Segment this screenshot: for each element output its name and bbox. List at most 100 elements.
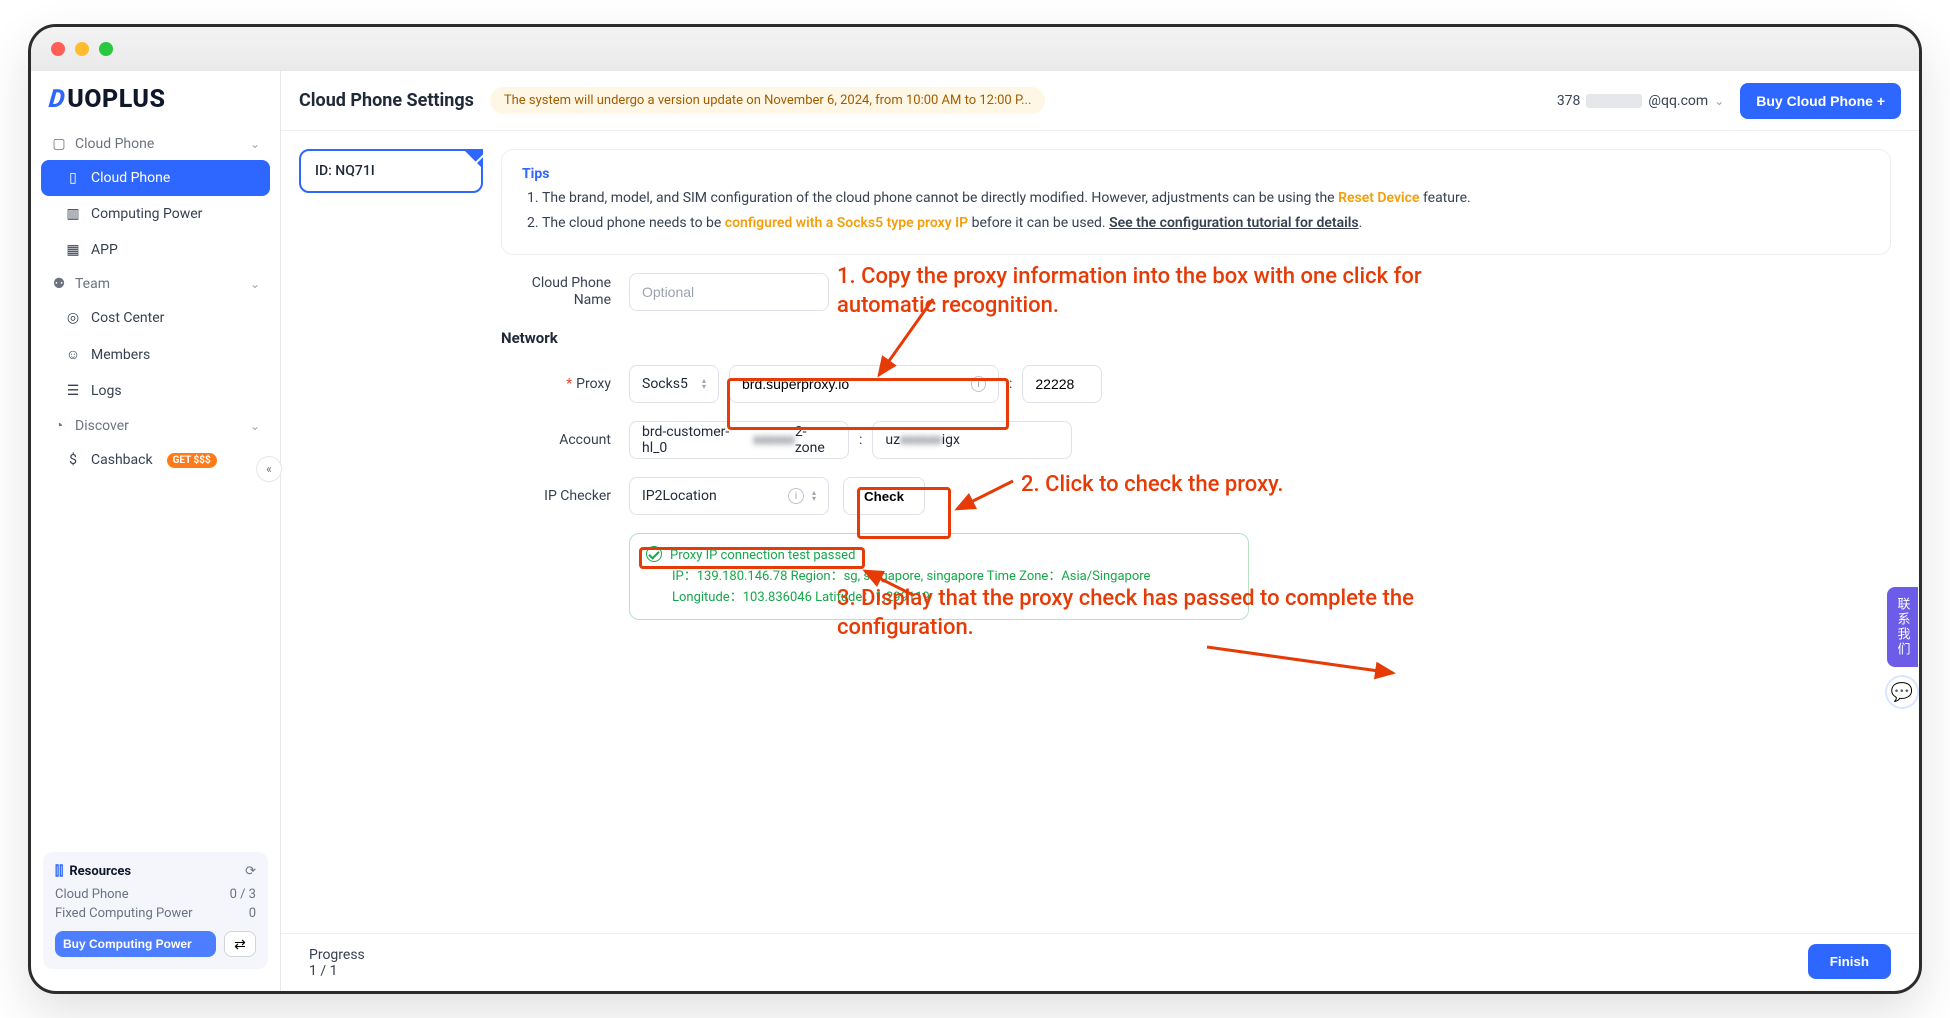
proxy-type-select[interactable]: Socks5 ▴▾ bbox=[629, 365, 719, 403]
tips-title: Tips bbox=[522, 166, 1870, 182]
tutorial-link[interactable]: See the configuration tutorial for detai… bbox=[1109, 215, 1359, 231]
sidebar-item-cloud-phone[interactable]: ▯ Cloud Phone bbox=[41, 160, 270, 196]
sidebar-item-cost-center[interactable]: ◎ Cost Center bbox=[41, 300, 270, 336]
reset-device-link[interactable]: Reset Device bbox=[1338, 190, 1419, 206]
chat-bubble-icon[interactable]: 💬 bbox=[1885, 675, 1919, 709]
ip-checker-select[interactable]: IP2Location i ▴▾ bbox=[629, 477, 829, 515]
sidebar-item-computing-power[interactable]: ▥ Computing Power bbox=[41, 196, 270, 232]
user-icon: ☺ bbox=[65, 346, 81, 363]
close-window-icon[interactable] bbox=[51, 42, 65, 56]
sidebar-item-members[interactable]: ☺ Members bbox=[41, 336, 270, 373]
proxy-label: *Proxy bbox=[501, 376, 611, 392]
zoom-window-icon[interactable] bbox=[99, 42, 113, 56]
finish-button[interactable]: Finish bbox=[1808, 944, 1891, 979]
settings-form: Tips The brand, model, and SIM configura… bbox=[501, 131, 1919, 933]
users-icon: ⚉ bbox=[51, 276, 67, 292]
ip-checker-value: IP2Location bbox=[642, 488, 717, 504]
tips-line-2: The cloud phone needs to be configured w… bbox=[542, 213, 1870, 234]
user-email-suffix: @qq.com bbox=[1648, 93, 1708, 109]
tips-line-1: The brand, model, and SIM configuration … bbox=[542, 188, 1870, 209]
window-chrome bbox=[31, 27, 1919, 71]
sidebar-item-label: Cashback bbox=[91, 452, 153, 468]
user-email-mask bbox=[1586, 94, 1642, 108]
sidebar-group-team[interactable]: ⚉ Team ⌄ bbox=[41, 268, 270, 300]
sidebar-item-label: Members bbox=[91, 347, 150, 363]
app-logo: D UOPLUS bbox=[31, 85, 280, 124]
buy-cloud-phone-button[interactable]: Buy Cloud Phone + bbox=[1740, 83, 1901, 119]
sidebar-group-cloud-phone[interactable]: ▢Cloud Phone ⌄ bbox=[41, 128, 270, 160]
logo-rest: UOPLUS bbox=[67, 85, 165, 114]
result-title: Proxy IP connection test passed bbox=[670, 548, 855, 563]
devices-panel: ID: NQ71I bbox=[281, 131, 501, 933]
cloud-phone-name-input[interactable] bbox=[629, 273, 829, 311]
network-section-title: Network bbox=[501, 329, 1891, 347]
page-header: Cloud Phone Settings The system will und… bbox=[281, 71, 1919, 131]
up-down-icon: ▴▾ bbox=[702, 378, 706, 390]
check-proxy-button[interactable]: Check bbox=[843, 477, 925, 515]
device-id-card[interactable]: ID: NQ71I bbox=[299, 149, 483, 193]
sidebar-item-label: Cost Center bbox=[91, 310, 164, 326]
up-down-icon: ▴▾ bbox=[812, 490, 816, 502]
sidebar-group-label: Team bbox=[75, 276, 110, 292]
sidebar-item-logs[interactable]: ☰ Logs bbox=[41, 373, 270, 409]
sidebar-group-label: Discover bbox=[75, 418, 129, 434]
document-icon: ☰ bbox=[65, 383, 81, 399]
coin-icon: ◎ bbox=[65, 310, 81, 326]
info-icon[interactable]: i bbox=[788, 488, 804, 504]
chevron-down-icon: ⌄ bbox=[250, 277, 260, 291]
resources-row-value: 0 / 3 bbox=[230, 887, 256, 902]
account-pass-input[interactable]: uzxxxxxxigx bbox=[872, 421, 1072, 459]
ip-checker-label: IP Checker bbox=[501, 488, 611, 504]
account-user-input[interactable]: brd-customer-hl_0xxxxxx2-zone bbox=[629, 421, 849, 459]
phone-icon: ▯ bbox=[65, 170, 81, 186]
repeat-icon-button[interactable]: ⇄ bbox=[224, 931, 256, 957]
grid-icon: ▦ bbox=[65, 242, 81, 258]
refresh-icon[interactable]: ⟳ bbox=[245, 864, 256, 879]
progress-value: 1 / 1 bbox=[309, 963, 365, 979]
sidebar-group-label: Cloud Phone bbox=[75, 136, 154, 152]
sidebar-collapse-button[interactable]: « bbox=[256, 456, 282, 482]
sidebar-item-label: Logs bbox=[91, 383, 122, 399]
proxy-port-input[interactable] bbox=[1022, 365, 1102, 403]
account-user-mask: xxxxxx bbox=[753, 432, 795, 448]
chevron-down-icon: ⌄ bbox=[1714, 94, 1724, 108]
compass-icon: ◔ bbox=[51, 417, 67, 434]
chevron-down-icon: ⌄ bbox=[250, 419, 260, 433]
device-id-prefix: ID: bbox=[315, 163, 335, 179]
proxy-result-box: Proxy IP connection test passed IP：139.1… bbox=[629, 533, 1249, 620]
proxy-host-input[interactable] bbox=[742, 376, 963, 392]
result-detail-1: IP：139.180.146.78 Region：sg, singapore, … bbox=[672, 565, 1232, 584]
cloud-phone-name-label: Cloud Phone Name bbox=[501, 275, 611, 309]
account-label: Account bbox=[501, 432, 611, 448]
buy-computing-power-button[interactable]: Buy Computing Power bbox=[55, 931, 216, 957]
colon: : bbox=[1009, 376, 1012, 392]
chevron-down-icon: ⌄ bbox=[250, 137, 260, 151]
tips-card: Tips The brand, model, and SIM configura… bbox=[501, 149, 1891, 255]
resources-row-label: Cloud Phone bbox=[55, 887, 129, 902]
user-email-prefix: 378 bbox=[1557, 93, 1581, 109]
minimize-window-icon[interactable] bbox=[75, 42, 89, 56]
page-title: Cloud Phone Settings bbox=[299, 90, 474, 111]
proxy-requirement-text: configured with a Socks5 type proxy IP bbox=[725, 215, 968, 231]
info-icon[interactable]: i bbox=[971, 376, 986, 392]
resources-row-label: Fixed Computing Power bbox=[55, 906, 193, 921]
sidebar-item-cashback[interactable]: $ Cashback GET $$$ bbox=[41, 442, 270, 478]
system-banner: The system will undergo a version update… bbox=[490, 87, 1046, 114]
resources-title: Resources bbox=[69, 864, 131, 879]
resources-card: ⫿⫿ Resources ⟳ Cloud Phone 0 / 3 Fixed Co… bbox=[43, 852, 268, 969]
contact-us-pill[interactable]: 联系我们 bbox=[1887, 587, 1918, 667]
sidebar-item-label: Cloud Phone bbox=[91, 170, 170, 186]
colon: : bbox=[859, 432, 862, 448]
cashback-badge: GET $$$ bbox=[167, 453, 217, 468]
progress-label: Progress bbox=[309, 947, 365, 963]
bars-icon: ⫿⫿ bbox=[55, 864, 63, 879]
proxy-type-value: Socks5 bbox=[642, 376, 688, 392]
footer-bar: Progress 1 / 1 Finish bbox=[281, 933, 1919, 991]
result-detail-2: Longitude：103.836046 Latitude：1.299119 bbox=[672, 586, 1232, 605]
account-pass-mask: xxxxxx bbox=[900, 432, 942, 448]
sidebar-item-app[interactable]: ▦ APP bbox=[41, 232, 270, 268]
sidebar-group-discover[interactable]: ◔ Discover ⌄ bbox=[41, 409, 270, 442]
success-check-icon bbox=[646, 546, 662, 562]
cpu-icon: ▥ bbox=[65, 206, 81, 222]
user-menu[interactable]: 378 @qq.com ⌄ bbox=[1557, 93, 1724, 109]
